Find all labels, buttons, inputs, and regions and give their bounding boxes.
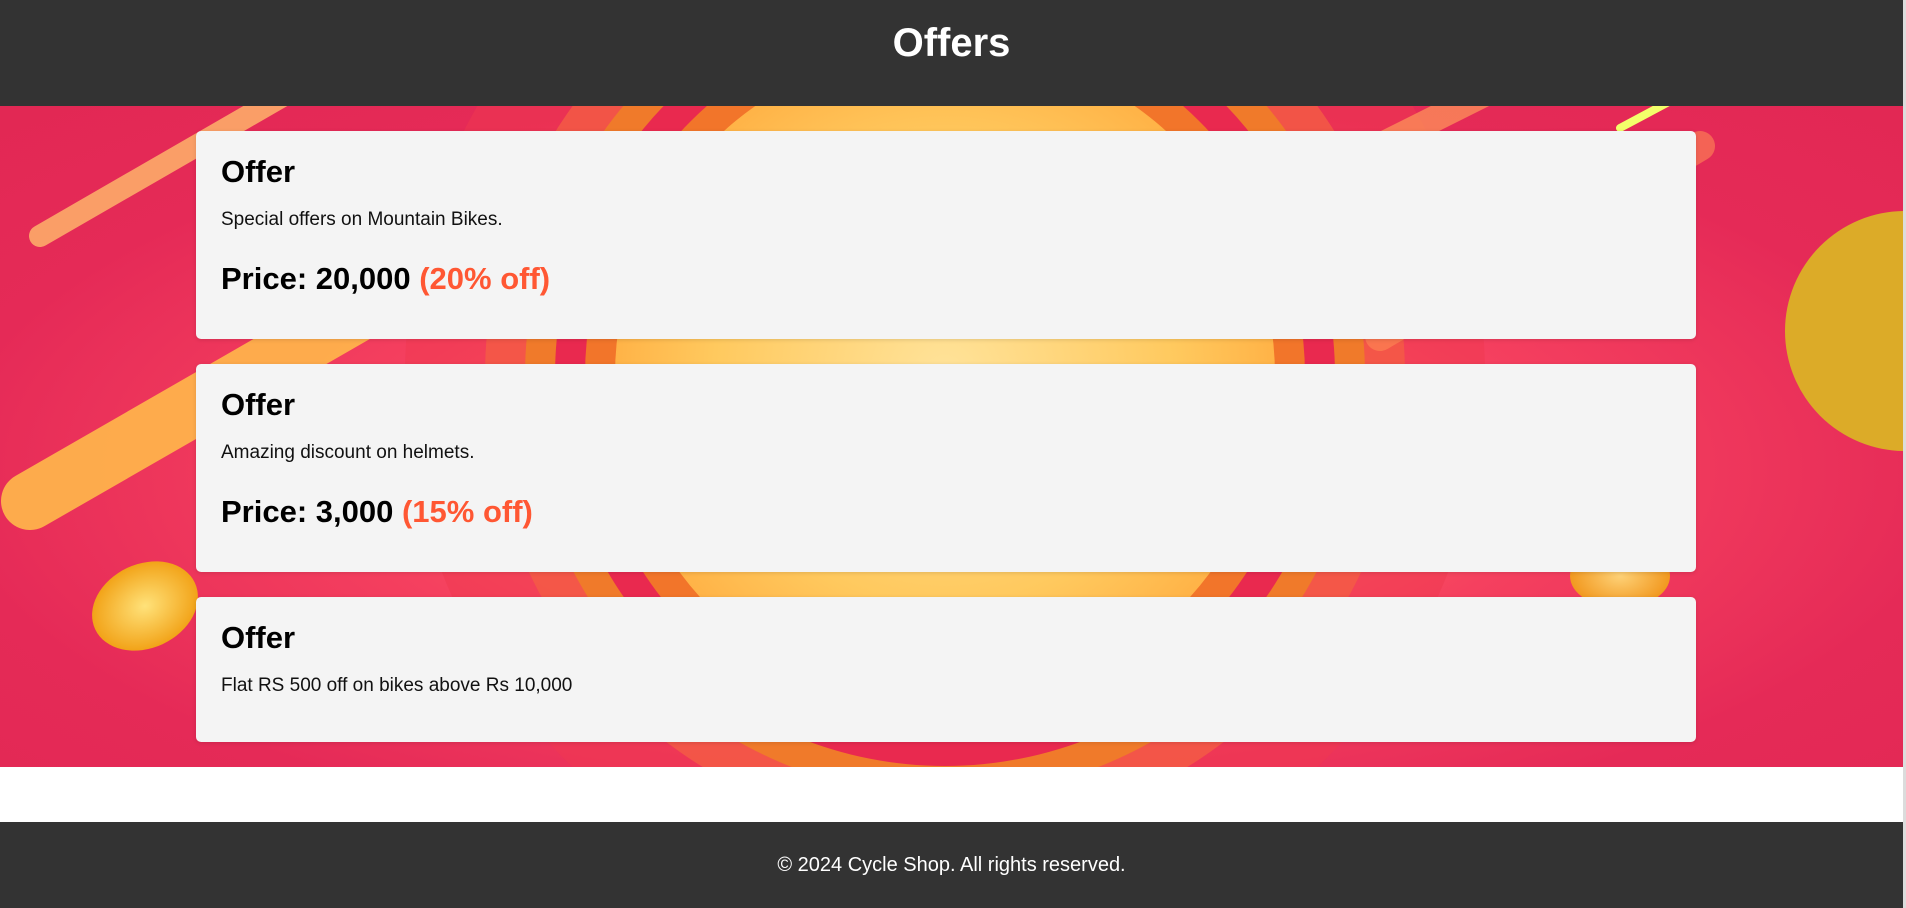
offer-title: Offer xyxy=(221,387,296,422)
page-title: Offers xyxy=(892,21,1011,65)
offer-description: Special offers on Mountain Bikes. xyxy=(221,209,503,231)
offer-card: Offer Special offers on Mountain Bikes. … xyxy=(196,131,1696,339)
offer-price: Price: 3,000 (15% off) xyxy=(221,493,1671,529)
offer-card: Offer Flat RS 500 off on bikes above Rs … xyxy=(196,597,1696,742)
discount-badge: (20% off) xyxy=(419,260,551,296)
price-value: Price: 3,000 xyxy=(221,493,394,529)
price-value: Price: 20,000 xyxy=(221,260,411,296)
offer-description: Amazing discount on helmets. xyxy=(221,442,475,464)
copyright-text: © 2024 Cycle Shop. All rights reserved. xyxy=(777,853,1126,876)
offer-card: Offer Amazing discount on helmets. Price… xyxy=(196,364,1696,572)
offers-banner: Offer Special offers on Mountain Bikes. … xyxy=(0,106,1903,767)
offer-title: Offer xyxy=(221,620,296,655)
offer-description: Flat RS 500 off on bikes above Rs 10,000 xyxy=(221,675,573,697)
discount-badge: (15% off) xyxy=(401,493,533,529)
offer-price: Price: 20,000 (20% off) xyxy=(221,260,1671,296)
site-footer: © 2024 Cycle Shop. All rights reserved. xyxy=(0,822,1903,908)
site-header: Offers xyxy=(0,0,1903,106)
offer-title: Offer xyxy=(221,154,296,189)
